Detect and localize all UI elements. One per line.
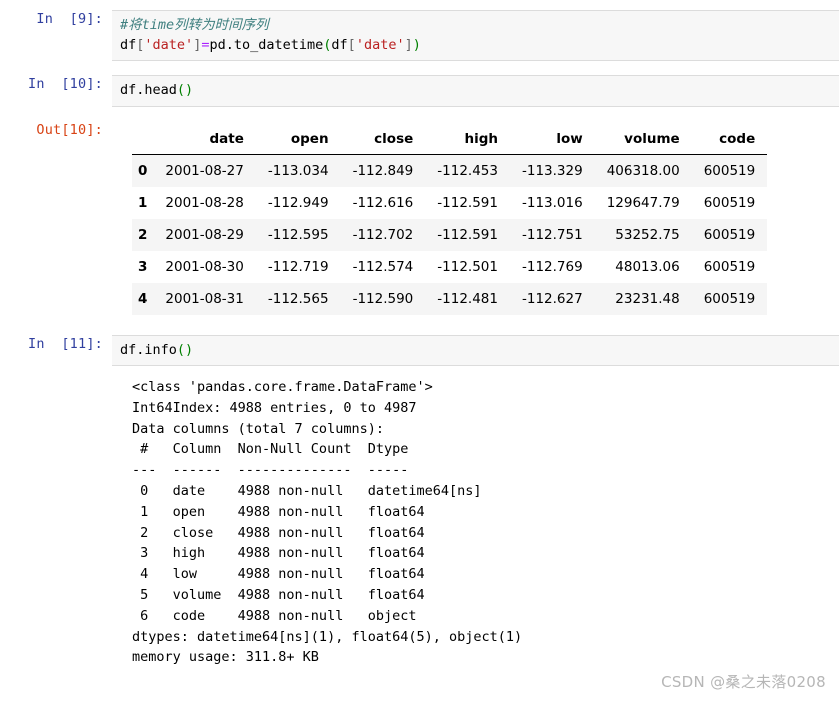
dataframe-cell: 406318.00 — [606, 162, 680, 179]
input-prompt-10: In [10]: — [28, 76, 103, 92]
dataframe-row-index: 4 — [138, 290, 148, 307]
dataframe-cell: -112.591 — [437, 194, 498, 211]
notebook-cell-10[interactable]: In [10]: df.head() — [0, 75, 839, 107]
code-token-paren: () — [176, 82, 194, 98]
dataframe-column-header: date — [153, 125, 256, 155]
dataframe-cell: 2001-08-29 — [165, 226, 244, 243]
csdn-watermark: CSDN @桑之未落0208 — [661, 673, 826, 691]
dataframe-cell: -112.481 — [437, 290, 498, 307]
dataframe-cell: -112.453 — [437, 162, 498, 179]
dataframe-cell: -112.590 — [352, 290, 414, 307]
cell-spacer-2 — [0, 315, 839, 335]
code-line-1: df.info() — [120, 341, 839, 361]
dataframe-cell: -112.565 — [267, 290, 329, 307]
dataframe-column-header: code — [691, 125, 768, 155]
dataframe-row: 2 2001-08-29 -112.595 -112.702 -112.591 -112.… — [132, 218, 768, 251]
dataframe-cell: 53252.75 — [615, 226, 680, 243]
code-token-plain: df.info — [120, 341, 177, 358]
notebook-cell-11[interactable]: In [11]: df.info() — [0, 334, 839, 366]
dataframe-row: 4 2001-08-31 -112.565 -112.590 -112.481 -112.… — [132, 282, 768, 315]
dataframe-cell: -112.501 — [437, 258, 498, 275]
code-token-plain: pd.to_datetime — [209, 36, 324, 53]
code-token-paren: () — [176, 341, 194, 358]
code-line-1: df.head() — [120, 81, 839, 101]
dataframe-row: 0 2001-08-27 -113.034 -112.849 -112.453 -113.… — [132, 154, 768, 187]
dataframe-row-index: 0 — [138, 162, 148, 179]
dataframe-cell: -112.627 — [521, 290, 583, 307]
code-line-comment: #将time列转为时间序列 — [120, 16, 839, 36]
dataframe-table: date open close high low volume code 0 2001-08-… — [132, 125, 768, 315]
dataframe-cell: -112.616 — [352, 194, 414, 211]
code-input-10[interactable]: df.head() — [112, 75, 839, 107]
dataframe-cell: -112.595 — [267, 226, 329, 243]
dataframe-cell: -112.751 — [521, 226, 583, 243]
dataframe-cell: 2001-08-28 — [165, 194, 244, 211]
dataframe-cell: 2001-08-27 — [165, 162, 244, 179]
dataframe-row-index: 2 — [138, 226, 148, 243]
dataframe-cell: 2001-08-30 — [165, 258, 244, 275]
notebook-cell-9[interactable]: In [9]: #将time列转为时间序列 df['date']=pd.to_d… — [0, 10, 839, 61]
dataframe-cell: -112.849 — [352, 162, 414, 179]
notebook-output-11: <class 'pandas.core.frame.DataFrame'> In… — [0, 375, 839, 668]
dataframe-head: date open close high low volume code — [132, 125, 768, 155]
dataframe-output: date open close high low volume code 0 2001-08-… — [112, 121, 839, 315]
dataframe-cell: 600519 — [703, 226, 756, 243]
dataframe-row-index: 3 — [138, 258, 148, 275]
comment-token: #将time列转为时间序列 — [120, 17, 269, 33]
cell-spacer-1 — [0, 61, 839, 75]
dataframe-index-header — [132, 125, 154, 155]
input-prompt-11: In [11]: — [28, 335, 103, 352]
info-output-area: <class 'pandas.core.frame.DataFrame'> In… — [112, 375, 839, 668]
notebook-output-10: Out[10]: date open close high low volume code … — [0, 121, 839, 315]
info-output-text: <class 'pandas.core.frame.DataFrame'> In… — [132, 379, 523, 666]
dataframe-row: 1 2001-08-28 -112.949 -112.616 -112.591 -113.… — [132, 186, 768, 219]
code-line-1: df['date']=pd.to_datetime(df['date']) — [120, 36, 839, 56]
code-token-op: [ — [347, 36, 356, 53]
dataframe-wrapper: date open close high low volume code 0 2001-08-… — [112, 121, 839, 315]
code-token-plain: df — [120, 36, 137, 53]
code-token-plain: df — [331, 36, 348, 53]
dataframe-body: 0 2001-08-27 -113.034 -112.849 -112.453 -113.… — [132, 154, 768, 315]
dataframe-column-header: open — [255, 125, 341, 155]
dataframe-header-row: date open close high low volume code — [132, 125, 768, 155]
output-prompt-10: Out[10]: — [36, 121, 103, 138]
input-prompt-9: In [9]: — [36, 11, 103, 27]
dataframe-cell: -112.719 — [267, 258, 329, 275]
code-token-op: ] — [404, 36, 413, 53]
code-token-paren: ) — [412, 36, 421, 53]
dataframe-cell: 600519 — [703, 194, 756, 211]
code-input-11[interactable]: df.info() — [112, 334, 839, 366]
dataframe-cell: -112.574 — [352, 258, 414, 275]
dataframe-cell: 600519 — [703, 258, 756, 275]
dataframe-cell: -112.591 — [437, 226, 498, 243]
dataframe-cell: -113.329 — [521, 162, 583, 179]
code-token-str: 'date' — [355, 36, 405, 53]
dataframe-cell: -112.949 — [267, 194, 329, 211]
dataframe-cell: -113.034 — [267, 162, 329, 179]
dataframe-column-header: low — [509, 125, 595, 155]
dataframe-cell: 48013.06 — [615, 258, 680, 275]
dataframe-column-header: close — [340, 125, 426, 155]
dataframe-cell: 600519 — [703, 290, 756, 307]
top-spacer — [0, 0, 839, 10]
dataframe-cell: -112.702 — [352, 226, 414, 243]
dataframe-row: 3 2001-08-30 -112.719 -112.574 -112.501 -112.… — [132, 250, 768, 283]
dataframe-cell: 23231.48 — [615, 290, 680, 307]
dataframe-cell: -112.769 — [521, 258, 583, 275]
dataframe-column-header: volume — [594, 125, 692, 155]
dataframe-column-header: high — [425, 125, 510, 155]
dataframe-cell: 129647.79 — [606, 194, 680, 211]
dataframe-cell: 600519 — [703, 162, 756, 179]
code-input-9[interactable]: #将time列转为时间序列 df['date']=pd.to_datetime(… — [112, 10, 839, 61]
code-token-str: 'date' — [144, 36, 194, 53]
dataframe-cell: 2001-08-31 — [165, 290, 244, 307]
code-token-plain: df.head — [120, 82, 177, 98]
dataframe-row-index: 1 — [138, 194, 148, 211]
dataframe-cell: -113.016 — [521, 194, 583, 211]
